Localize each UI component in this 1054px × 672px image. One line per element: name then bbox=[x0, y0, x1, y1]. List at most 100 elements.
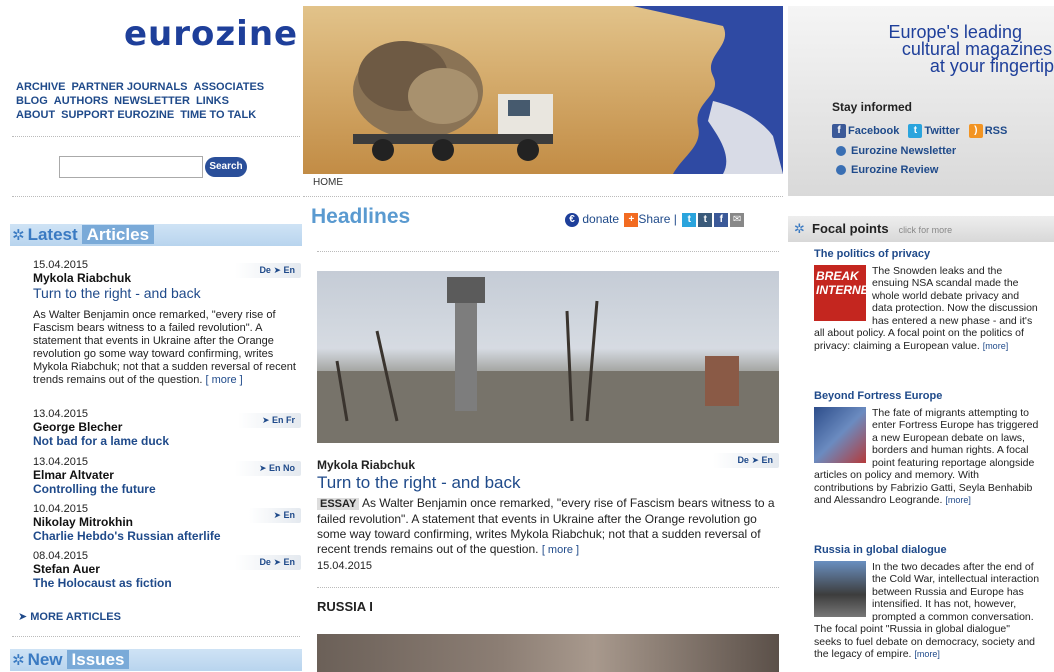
facebook-link[interactable]: Facebook bbox=[848, 125, 899, 137]
article-title[interactable]: The Holocaust as fiction bbox=[33, 576, 301, 590]
headlines-heading: Headlines bbox=[311, 205, 411, 228]
featured-summary: ESSAY As Walter Benjamin once remarked, … bbox=[317, 496, 775, 572]
nav-links[interactable]: LINKS bbox=[196, 94, 229, 108]
email-icon[interactable]: ✉ bbox=[730, 212, 745, 227]
nav-newsletter[interactable]: NEWSLETTER bbox=[114, 94, 190, 108]
article-title[interactable]: Not bad for a lame duck bbox=[33, 434, 301, 448]
more-articles-link[interactable]: ➤ MORE ARTICLES bbox=[18, 610, 121, 623]
tumblr-icon[interactable]: t bbox=[698, 212, 713, 227]
arrow-circle-icon bbox=[836, 146, 846, 157]
focal-item: Beyond Fortress Europe The fate of migra… bbox=[814, 390, 1040, 507]
search-input[interactable] bbox=[59, 156, 203, 178]
nav-archive[interactable]: ARCHIVE bbox=[16, 80, 66, 94]
focal-item: The politics of privacy BREAK INTERNET T… bbox=[814, 248, 1040, 352]
latest-articles-header: ✲ Latest Articles bbox=[10, 224, 302, 246]
nav-partner-journals[interactable]: PARTNER JOURNALS bbox=[72, 80, 188, 94]
divider bbox=[12, 636, 300, 637]
left-column: eurozine ARCHIVE PARTNER JOURNALS ASSOCIAT… bbox=[0, 0, 303, 672]
more-link[interactable]: [more] bbox=[983, 341, 1009, 351]
divider bbox=[12, 136, 300, 137]
star-icon: ✲ bbox=[12, 227, 25, 244]
language-switch[interactable]: ➤ En Fr bbox=[237, 413, 301, 428]
newsletter-link[interactable]: Eurozine Newsletter bbox=[836, 145, 956, 157]
language-switch[interactable]: De ➤ En bbox=[713, 453, 779, 468]
nav-support[interactable]: SUPPORT EUROZINE bbox=[61, 108, 174, 122]
donate-icon: € bbox=[565, 212, 579, 227]
twitter-icon[interactable]: t bbox=[682, 212, 697, 227]
nav-associates[interactable]: ASSOCIATES bbox=[193, 80, 264, 94]
arrow-circle-icon bbox=[836, 165, 846, 176]
focal-points-header[interactable]: ✲ Focal points click for more bbox=[788, 216, 1054, 242]
more-link[interactable]: [ more ] bbox=[205, 374, 242, 386]
stay-informed-heading: Stay informed bbox=[832, 100, 913, 114]
nav-authors[interactable]: AUTHORS bbox=[54, 94, 108, 108]
new-label: New bbox=[27, 650, 63, 669]
nav-about[interactable]: ABOUT bbox=[16, 108, 55, 122]
site-logo[interactable]: eurozine bbox=[124, 14, 298, 54]
header-banner-image bbox=[303, 6, 783, 174]
review-link[interactable]: Eurozine Review bbox=[836, 164, 938, 176]
article-summary: As Walter Benjamin once remarked, "every… bbox=[33, 309, 296, 386]
newsletter-promo: Europe's leading cultural magazines at y… bbox=[788, 6, 1054, 196]
star-icon: ✲ bbox=[12, 652, 25, 669]
more-link[interactable]: [ more ] bbox=[542, 544, 579, 556]
focal-item-thumbnail[interactable] bbox=[814, 406, 866, 463]
top-navigation: ARCHIVE PARTNER JOURNALS ASSOCIATES BLOG AU… bbox=[16, 80, 301, 122]
latest-label: Latest bbox=[27, 225, 78, 244]
search-button[interactable]: Search bbox=[205, 157, 247, 177]
article-item: 15.04.2015 Mykola Riabchuk Turn to the r… bbox=[33, 259, 301, 387]
focal-item: Russia in global dialogue In the two dec… bbox=[814, 544, 1040, 661]
share-plus-icon[interactable]: + bbox=[624, 212, 639, 227]
share-bar: € donate + Share | t t f ✉ bbox=[563, 212, 745, 227]
article-title[interactable]: Charlie Hebdo's Russian afterlife bbox=[33, 529, 301, 543]
nav-blog[interactable]: BLOG bbox=[16, 94, 48, 108]
featured-author[interactable]: Mykola Riabchuk bbox=[317, 458, 415, 472]
article-title[interactable]: Controlling the future bbox=[33, 482, 301, 496]
facebook-icon: f bbox=[832, 124, 846, 138]
star-icon: ✲ bbox=[794, 221, 805, 236]
featured-article-image[interactable] bbox=[317, 271, 779, 443]
new-issues-header: ✲ New Issues bbox=[10, 649, 302, 671]
nav-time-to-talk[interactable]: TIME TO TALK bbox=[180, 108, 256, 122]
focal-item-title[interactable]: Beyond Fortress Europe bbox=[814, 390, 1040, 403]
twitter-link[interactable]: Twitter bbox=[924, 125, 959, 137]
separator: | bbox=[673, 212, 677, 226]
focal-item-title[interactable]: Russia in global dialogue bbox=[814, 544, 1040, 557]
focal-item-thumbnail[interactable]: BREAK INTERNET bbox=[814, 264, 876, 321]
focal-item-thumbnail[interactable] bbox=[814, 560, 866, 617]
featured-date: 15.04.2015 bbox=[317, 560, 373, 572]
language-switch[interactable]: De ➤ En bbox=[235, 263, 301, 278]
rss-link[interactable]: RSS bbox=[985, 125, 1008, 137]
main-column: HOME Headlines € donate + Share | t t f ✉ My… bbox=[303, 0, 786, 672]
article-item: 10.04.2015 Nikolay Mitrokhin Charlie Heb… bbox=[33, 503, 301, 543]
featured-title[interactable]: Turn to the right - and back bbox=[317, 473, 520, 493]
article-title[interactable]: Turn to the right - and back bbox=[33, 285, 301, 301]
articles-label: Articles bbox=[81, 225, 155, 244]
focal-points-title: Focal points bbox=[812, 221, 889, 236]
divider bbox=[317, 251, 779, 252]
article-item: 08.04.2015 Stefan Auer The Holocaust as … bbox=[33, 550, 301, 590]
essay-tag: ESSAY bbox=[317, 498, 360, 510]
more-link[interactable]: [more] bbox=[945, 495, 971, 505]
airport-ruins-photo bbox=[317, 277, 779, 443]
share-link[interactable]: Share bbox=[638, 212, 670, 226]
social-links: f Facebook t Twitter ) RSS bbox=[832, 124, 1013, 138]
donate-link[interactable]: donate bbox=[582, 212, 619, 226]
language-switch[interactable]: De ➤ En bbox=[235, 555, 301, 570]
facebook-icon[interactable]: f bbox=[714, 212, 729, 227]
language-switch[interactable]: ➤ En bbox=[249, 508, 301, 523]
divider bbox=[12, 196, 300, 197]
section-heading: RUSSIA I bbox=[317, 599, 373, 614]
twitter-icon: t bbox=[908, 124, 923, 138]
language-switch[interactable]: ➤ En No bbox=[234, 461, 301, 476]
focal-item-title[interactable]: The politics of privacy bbox=[814, 248, 1040, 261]
article-item: 13.04.2015 Elmar Altvater Controlling th… bbox=[33, 456, 301, 496]
section-image[interactable] bbox=[317, 634, 779, 672]
more-link[interactable]: [more] bbox=[914, 649, 940, 659]
breadcrumb-home[interactable]: HOME bbox=[313, 177, 343, 188]
divider bbox=[317, 587, 779, 588]
rss-icon: ) bbox=[968, 124, 983, 138]
promo-tagline: Europe's leading cultural magazines at y… bbox=[888, 22, 1054, 76]
right-column: Europe's leading cultural magazines at y… bbox=[786, 0, 1054, 672]
article-item: 13.04.2015 George Blecher Not bad for a … bbox=[33, 408, 301, 448]
